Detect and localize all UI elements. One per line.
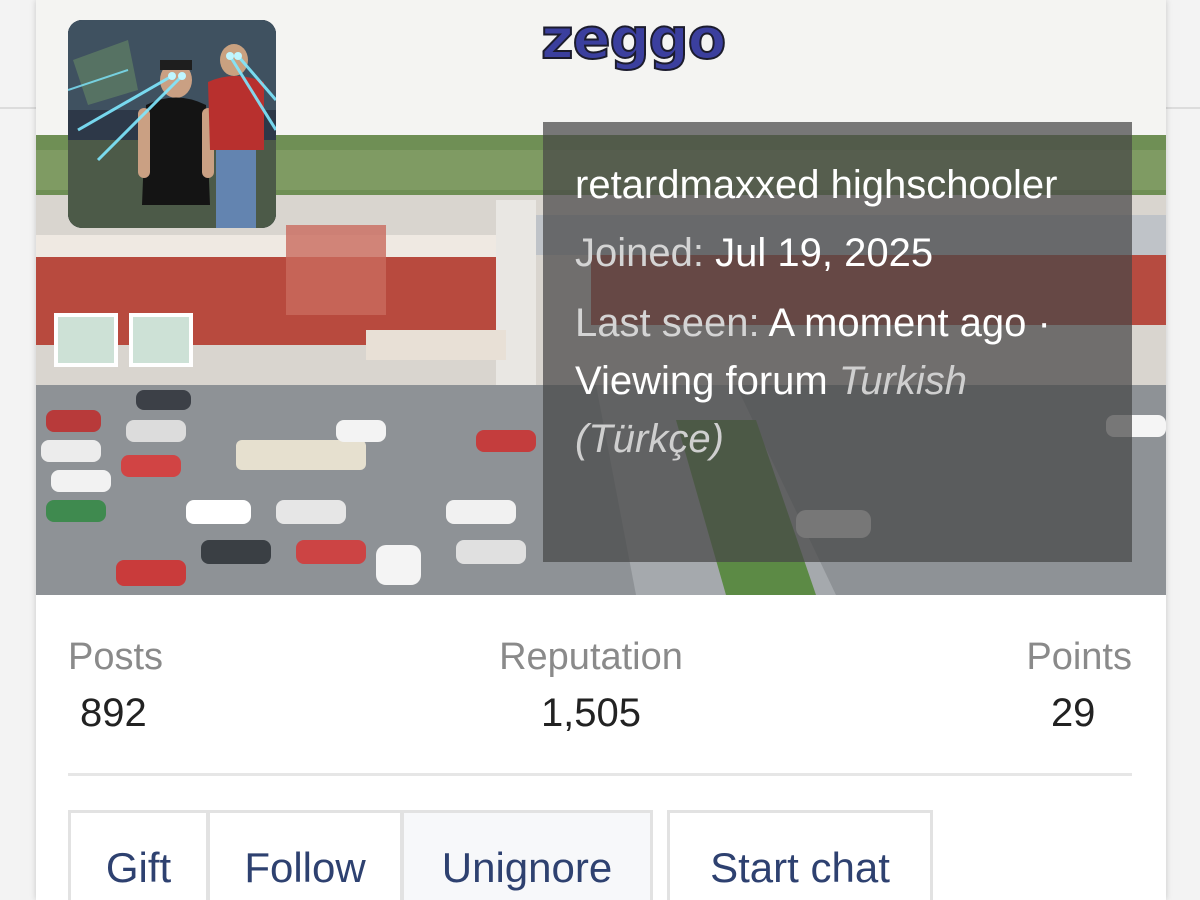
last-seen-row: Last seen: A moment ago · Viewing forum … [575,294,1108,468]
start-chat-button[interactable]: Start chat [667,810,933,900]
left-edge-line [0,107,36,109]
stat-reputation[interactable]: Reputation 1,505 [491,630,691,742]
user-avatar[interactable] [68,20,276,228]
stats-divider [68,773,1132,776]
profile-banner: zeggo retardmaxxed highschooler Joined: … [36,0,1166,595]
stat-posts[interactable]: Posts 892 [68,630,163,742]
stat-points[interactable]: Points 29 [1026,630,1132,742]
user-title: retardmaxxed highschooler [575,163,1058,207]
last-seen-label: Last seen: [575,301,760,345]
stat-posts-value: 892 [80,691,147,735]
profile-info-panel: retardmaxxed highschooler Joined: Jul 19… [543,122,1132,562]
profile-username: zeggo [540,7,727,72]
stat-reputation-value: 1,505 [540,691,642,735]
stat-reputation-label: Reputation [499,636,683,678]
profile-card: zeggo retardmaxxed highschooler Joined: … [36,0,1166,900]
follow-button[interactable]: Follow [207,810,403,900]
stat-points-label: Points [1026,636,1132,678]
right-edge-line [1166,107,1200,109]
last-seen-value: A moment ago [768,301,1027,345]
stat-posts-label: Posts [68,636,164,678]
joined-label: Joined: [575,231,704,275]
unignore-button[interactable]: Unignore [401,810,653,900]
joined-row: Joined: Jul 19, 2025 [575,224,1108,282]
avatar-image [68,20,276,228]
stat-points-value: 29 [1050,691,1096,735]
gift-button[interactable]: Gift [68,810,209,900]
profile-stats: Posts 892 Reputation 1,505 Points 29 [68,630,1132,740]
joined-date: Jul 19, 2025 [715,231,934,275]
